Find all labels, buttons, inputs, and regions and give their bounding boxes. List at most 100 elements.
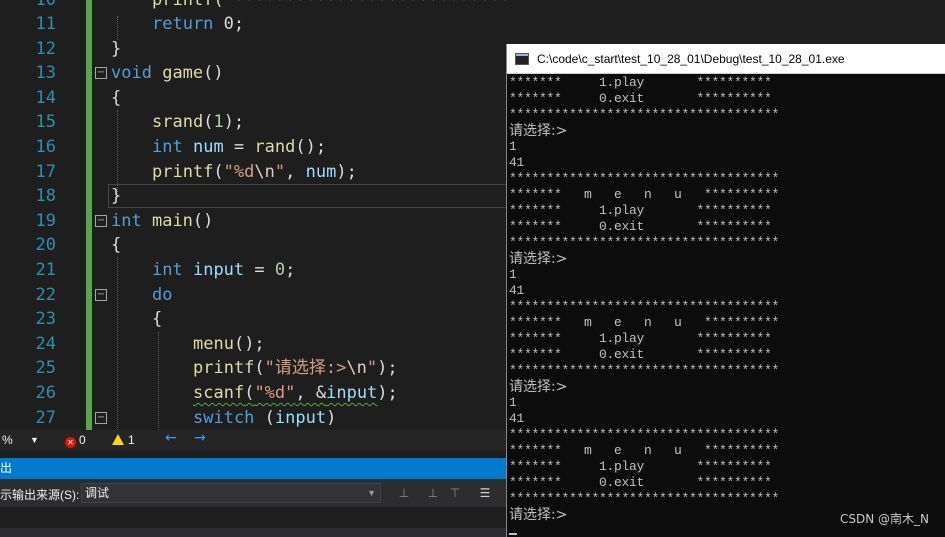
output-source-select[interactable]: 调试 ▼ (81, 483, 381, 503)
line-number: 15 (35, 112, 56, 133)
code-text: return 0; (152, 12, 244, 37)
code-line: 18 } (0, 184, 507, 209)
change-bar (86, 0, 92, 13)
collapse-icon[interactable]: − (95, 67, 107, 80)
code-keyword: void (111, 63, 152, 84)
console-titlebar[interactable]: C:\code\c_start\test_10_28_01\Debug\test… (507, 44, 945, 74)
change-bar (86, 159, 92, 185)
console-line: ******* 1.play ********** (509, 459, 772, 474)
collapse-icon[interactable]: − (95, 214, 107, 227)
error-count[interactable]: ✕ 0 (65, 433, 86, 448)
clear-all-icon[interactable]: ☰ (477, 485, 493, 501)
code-identifier: input (274, 407, 327, 428)
find-message-icon[interactable]: ⊥ (396, 485, 412, 501)
code-text: () (203, 63, 224, 84)
code-line: 17 printf("%d\n", num); (0, 159, 507, 185)
navigate-back-icon[interactable]: ← (165, 431, 177, 445)
change-bar (86, 282, 92, 308)
console-line: ************************************ (509, 171, 780, 186)
code-text: ) (326, 407, 337, 428)
code-number: 0 (274, 260, 286, 280)
code-text: ); (377, 358, 398, 379)
code-function: rand (254, 137, 296, 157)
zoom-dropdown-icon[interactable]: ▼ (30, 433, 39, 447)
code-text: { (111, 235, 122, 256)
change-bar (86, 331, 92, 357)
code-function: game (162, 63, 204, 84)
console-line: 41 (509, 283, 525, 298)
console-title: C:\code\c_start\test_10_28_01\Debug\test… (537, 52, 845, 66)
line-number: 16 (35, 137, 56, 157)
code-escape: \n (254, 161, 275, 182)
code-string: "%d (223, 161, 255, 182)
code-text: ( (254, 407, 275, 428)
line-number: 20 (35, 235, 56, 256)
console-line: 请选择:> (509, 251, 568, 267)
code-text: printf("请选择:>\n"); (193, 356, 398, 381)
change-bar (86, 85, 92, 111)
code-line: 16 int num = rand(); (0, 135, 507, 160)
line-number: 21 (35, 260, 56, 280)
code-keyword: int (111, 210, 142, 231)
line-number: 18 (35, 186, 56, 207)
zoom-level[interactable]: % (2, 433, 13, 447)
code-text: menu(); (193, 332, 265, 357)
code-text: ( (244, 383, 255, 403)
bottom-tabs-strip (0, 528, 507, 537)
chevron-down-icon: ▼ (367, 488, 376, 498)
code-line: 19 − int main() (0, 208, 507, 234)
change-bar (86, 184, 92, 209)
code-text: ); (377, 383, 398, 403)
line-number: 17 (35, 161, 56, 182)
code-function: printf (152, 161, 214, 182)
change-bar (86, 61, 92, 86)
line-number: 19 (35, 210, 56, 231)
console-line: ******* m e n u ********** (509, 315, 780, 330)
code-function: printf (193, 358, 255, 379)
console-line: ************************************ (509, 107, 780, 122)
warning-count[interactable]: 1 (112, 433, 135, 447)
code-text: { (111, 87, 122, 108)
error-icon: ✕ (65, 437, 76, 448)
console-line: ******* 0.exit ********** (509, 347, 772, 362)
console-line: ************************************ (509, 427, 780, 442)
code-keyword: switch (193, 407, 255, 428)
console-line: 1 (509, 395, 517, 410)
console-line: ******* 0.exit ********** (509, 91, 772, 106)
console-line: ******* m e n u ********** (509, 443, 780, 458)
collapse-icon[interactable]: − (95, 288, 107, 301)
output-toolbar: 示输出来源(S): 调试 ▼ ⊥ ⊥ ⊤ ☰ (0, 479, 507, 507)
console-output: ******* 1.play ********** ******* 0.exit … (509, 75, 939, 523)
change-bar (86, 233, 92, 258)
change-bar (86, 405, 92, 430)
line-number: 25 (35, 358, 56, 379)
code-text: 0; (213, 14, 245, 34)
line-number: 22 (35, 284, 56, 305)
code-text: = (244, 260, 275, 280)
code-function: scanf (193, 383, 245, 403)
code-editor[interactable]: 10 printf("*****************************… (0, 0, 507, 430)
code-identifier: num (305, 161, 337, 182)
output-source-label: 示输出来源(S): (0, 488, 80, 502)
code-text: ); (336, 161, 357, 182)
output-panel-title: 出 (0, 458, 507, 479)
collapse-icon[interactable]: − (95, 411, 107, 424)
code-identifier: num (192, 137, 224, 157)
change-bar (86, 110, 92, 135)
code-text: int input = 0; (152, 258, 295, 283)
console-line: ******* 1.play ********** (509, 331, 772, 346)
code-line: 13 − void game() (0, 61, 507, 86)
line-number: 13 (35, 63, 56, 84)
code-text: switch (input) (193, 406, 336, 430)
console-window[interactable]: C:\code\c_start\test_10_28_01\Debug\test… (506, 44, 945, 537)
navigate-forward-icon[interactable]: → (194, 431, 206, 445)
code-text: int main() (111, 209, 213, 234)
next-message-icon[interactable]: ⊤ (447, 485, 463, 501)
prev-message-icon[interactable]: ⊥ (425, 485, 441, 501)
line-number: 14 (35, 87, 56, 108)
change-bar (86, 307, 92, 332)
code-text: ( (213, 161, 224, 182)
line-number: 27 (35, 407, 56, 428)
console-line: ******* 0.exit ********** (509, 219, 772, 234)
console-line: ************************************ (509, 491, 780, 506)
